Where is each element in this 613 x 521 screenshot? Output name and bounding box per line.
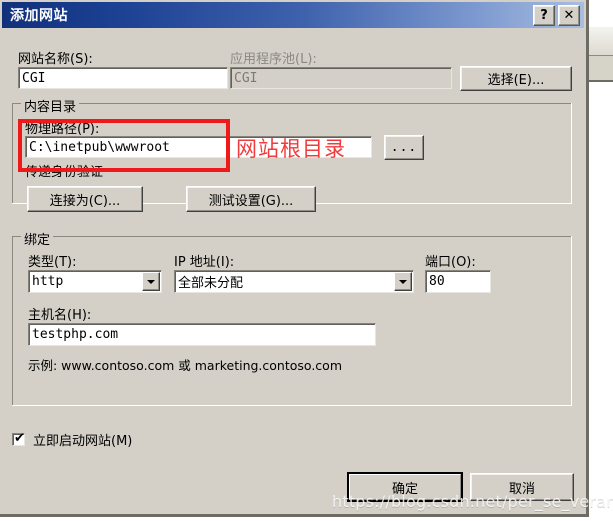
select-app-pool-button[interactable]: 选择(E)...: [460, 66, 572, 91]
binding-group-title: 绑定: [21, 229, 54, 248]
window-title: 添加网站: [10, 8, 68, 24]
app-pool-label: 应用程序池(L):: [230, 52, 317, 67]
checkmark-icon: ✔: [14, 431, 25, 446]
binding-port-input[interactable]: 80: [425, 270, 491, 293]
connect-as-button[interactable]: 连接为(C)...: [27, 186, 143, 212]
test-settings-button[interactable]: 测试设置(G)...: [186, 186, 316, 212]
binding-type-value: http: [32, 274, 64, 289]
host-name-example-text: 示例: www.contoso.com 或 marketing.contoso.…: [28, 358, 342, 373]
chevron-down-icon[interactable]: [142, 272, 160, 291]
watermark-text: https://blog.csdn.net/per_se_veran_ce: [332, 492, 613, 511]
binding-ip-combobox[interactable]: 全部未分配: [174, 270, 414, 293]
binding-ip-value: 全部未分配: [178, 276, 244, 291]
start-website-checkbox-row[interactable]: ✔ 立即启动网站(M): [12, 430, 132, 449]
close-icon-button[interactable]: ✕: [558, 5, 580, 26]
binding-group: 绑定: [12, 229, 572, 406]
binding-ip-label: IP 地址(I):: [174, 255, 235, 270]
annotation-text: 网站根目录: [236, 137, 346, 161]
start-website-checkbox[interactable]: ✔: [12, 431, 25, 446]
site-name-input[interactable]: CGI: [18, 67, 228, 89]
title-bar-buttons: ? ✕: [533, 5, 580, 26]
binding-type-label: 类型(T):: [28, 255, 77, 270]
site-name-label: 网站名称(S):: [18, 52, 93, 67]
browse-physical-path-button[interactable]: ...: [384, 135, 424, 160]
start-website-label: 立即启动网站(M): [33, 434, 133, 449]
dialog-client-area: 网站名称(S): CGI 应用程序池(L): CGI 选择(E)... 内容目录…: [2, 30, 584, 513]
physical-path-label: 物理路径(P):: [25, 122, 100, 137]
background-window-fragment: [588, 0, 613, 521]
app-pool-input: CGI: [230, 67, 452, 89]
binding-type-combobox[interactable]: http: [28, 270, 162, 293]
help-icon-button[interactable]: ?: [533, 5, 555, 26]
pass-through-auth-label: 传递身份验证: [25, 165, 104, 180]
add-website-dialog: 添加网站 ? ✕ 网站名称(S): CGI 应用程序池(L): CGI 选择(E…: [0, 0, 589, 517]
chevron-down-icon[interactable]: [394, 272, 412, 291]
title-bar: 添加网站 ? ✕: [2, 2, 584, 28]
host-name-label: 主机名(H):: [28, 308, 92, 323]
binding-port-label: 端口(O):: [425, 255, 476, 270]
background-window-band: [588, 56, 613, 82]
host-name-input[interactable]: testphp.com: [28, 323, 376, 346]
content-directory-group-title: 内容目录: [21, 96, 80, 115]
background-window-toolbar: [588, 27, 613, 56]
